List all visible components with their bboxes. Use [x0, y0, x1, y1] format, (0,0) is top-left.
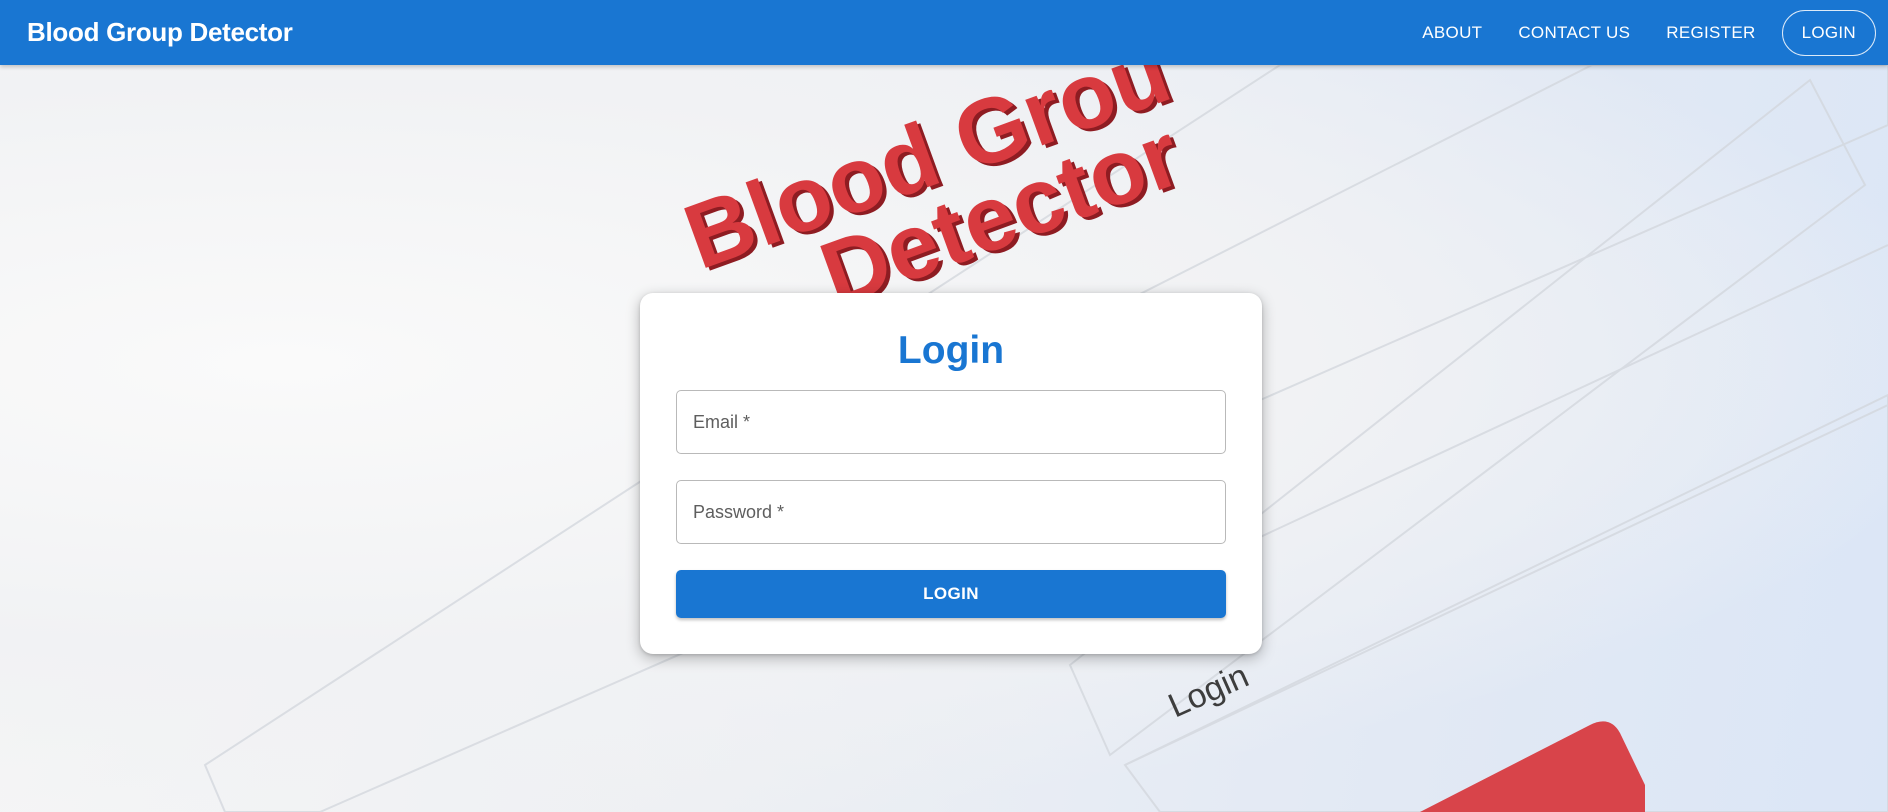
nav-about-button[interactable]: ABOUT — [1404, 13, 1500, 53]
bg-login-caption: Login — [1163, 657, 1254, 726]
password-field[interactable] — [676, 480, 1226, 544]
nav-contact-button[interactable]: CONTACT US — [1500, 13, 1648, 53]
email-input[interactable] — [677, 391, 1225, 453]
top-nav: ABOUT CONTACT US REGISTER LOGIN — [1404, 9, 1876, 56]
brand-title[interactable]: Blood Group Detector — [27, 17, 293, 48]
login-submit-button[interactable]: LOGIN — [676, 570, 1226, 618]
email-field[interactable] — [676, 390, 1226, 454]
bg-red-button — [1420, 721, 1645, 812]
app-bar: Blood Group Detector ABOUT CONTACT US RE… — [0, 0, 1888, 65]
nav-login-button[interactable]: LOGIN — [1781, 9, 1876, 56]
nav-register-button[interactable]: REGISTER — [1648, 13, 1773, 53]
login-title: Login — [897, 329, 1005, 372]
login-card: Login LOGIN — [640, 293, 1262, 654]
password-input[interactable] — [677, 481, 1225, 543]
bg-line — [1199, 244, 1888, 566]
